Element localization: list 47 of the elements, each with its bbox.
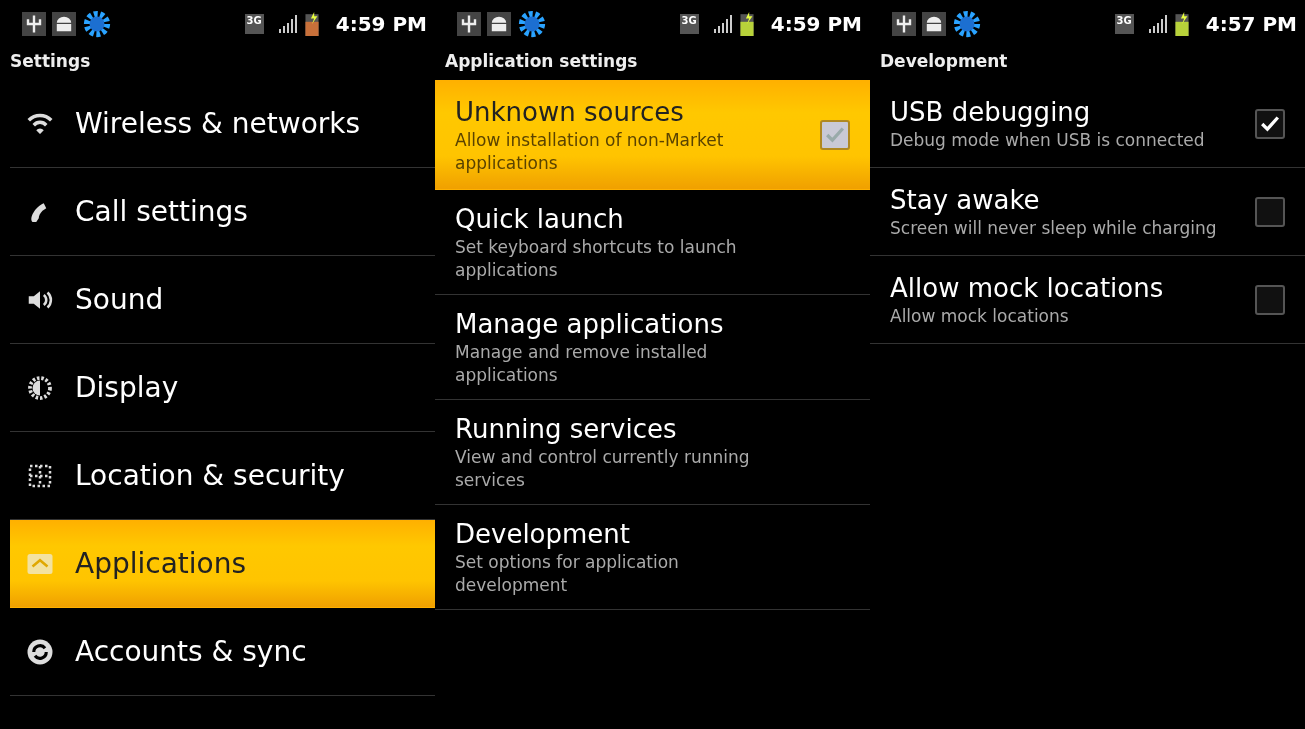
preference-title: USB debugging [890,96,1092,129]
gear-icon [82,9,112,39]
battery-icon [1173,12,1190,36]
screen-title: Application settings [444,50,639,73]
preference-summary: Screen will never sleep while charging [890,217,1218,240]
usb-icon [22,12,46,36]
preference-title: Stay awake [890,184,1041,217]
battery-icon [738,12,755,36]
preference-item[interactable]: USB debugging Debug mode when USB is connected [870,80,1305,168]
usb-icon [457,12,481,36]
status-time: 4:59 PM [770,12,862,36]
screen-title: Development [879,50,1009,73]
settings-menu-item[interactable]: Accounts & sync [10,608,435,696]
status-time: 4:59 PM [335,12,427,36]
gear-icon [517,9,547,39]
preference-item[interactable]: Allow mock locations Allow mock locations [870,256,1305,344]
checkbox[interactable] [820,119,850,150]
checkbox[interactable] [1255,196,1285,227]
preference-summary: Allow mock locations [890,305,1070,328]
checkbox[interactable] [1255,108,1285,139]
usb-icon [892,12,916,36]
preference-title: Manage applications [455,308,725,341]
preference-title: Unknown sources [455,95,685,129]
preference-item[interactable]: Unknown sources Allow installation of non-Market applications [435,80,870,190]
preference-summary: Set keyboard shortcuts to launch applications [455,236,738,282]
signal-icon [1147,15,1168,33]
network-type-icon: 3G [244,14,264,34]
preference-summary: View and control currently running services [455,446,751,492]
signal-icon [277,15,298,33]
checkbox[interactable] [1255,284,1285,315]
network-type-icon: 3G [679,14,699,34]
preference-title: Allow mock locations [890,272,1165,305]
settings-menu-item[interactable]: Applications [10,520,435,608]
preference-title: Running services [455,413,678,446]
preference-summary: Debug mode when USB is connected [890,129,1206,152]
battery-icon [303,12,320,36]
gear-icon [952,9,982,39]
status-time: 4:57 PM [1205,12,1297,36]
preference-item[interactable]: Stay awake Screen will never sleep while charging [870,168,1305,256]
screen-title: Settings [9,50,92,73]
preference-title: Development [455,518,632,551]
network-type-icon: 3G [1114,14,1134,34]
preference-summary: Allow installation of non-Market applications [455,128,725,175]
preference-summary: Manage and remove installed applications [455,341,709,387]
preference-summary: Set options for application development [455,551,680,597]
signal-icon [712,15,733,33]
preference-title: Quick launch [455,203,625,236]
